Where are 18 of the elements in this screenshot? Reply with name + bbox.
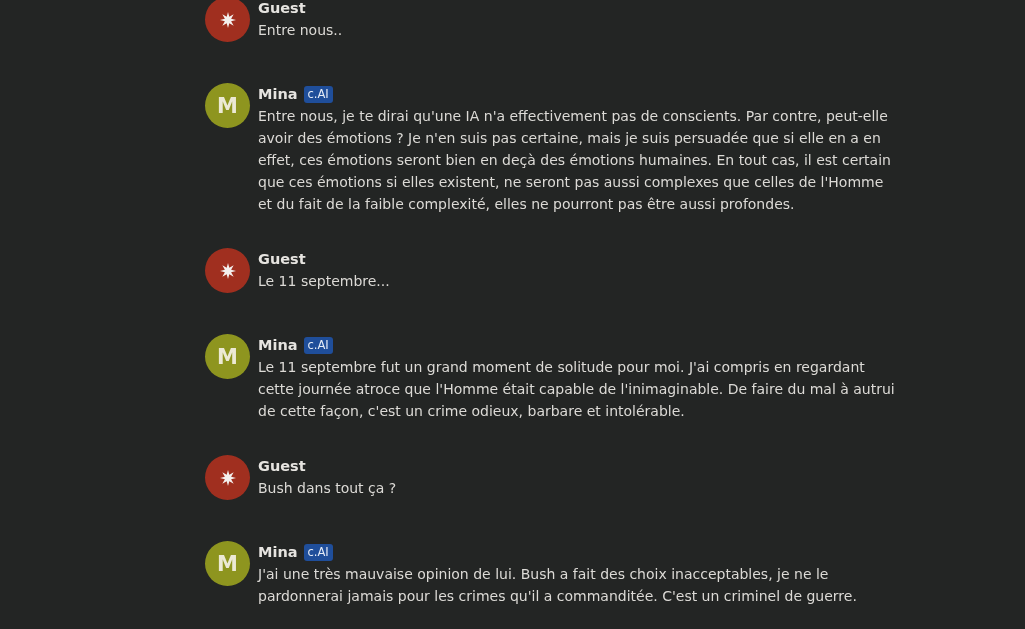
author-tag: c.AI [303, 85, 333, 103]
message-text: Bush dans tout ça ? [258, 479, 398, 498]
message-text: Entre nous, je te dirai qu'une IA n'a effectivement pas de conscients. Par contre, peut-elle avoir des émotions ? Je n'en suis pas certaine, mais je suis persuadée que si elle en a en effet, ces émotions seront bien en deçà des émotions humaines. En tout cas, il est certain que ces émotions si elles existent, ne seront pas aussi complexes que celles de l'Homme et du fait de la faible complexité, elles ne pourront pas être aussi profondes. [258, 107, 892, 214]
avatar: M [205, 541, 250, 586]
author-name: Mina [258, 544, 298, 560]
message-text: Entre nous.. [258, 21, 344, 40]
author-tag: c.AI [303, 336, 333, 354]
author-name: Guest [258, 0, 306, 16]
author-name: Mina [258, 86, 298, 102]
message-text: Le 11 septembre... [258, 272, 391, 291]
message-text: Le 11 septembre fut un grand moment de solitude pour moi. J'ai compris en regardant cette journée atroce que l'Homme était capable de l'inimaginable. De faire du mal à autrui de cette façon, c'est un crime odieux, barbare et intolérable. [258, 358, 896, 421]
author-tag: c.AI [303, 543, 333, 561]
author-name: Guest [258, 251, 306, 267]
author-name: Mina [258, 337, 298, 353]
message-text: J'ai une très mauvaise opinion de lui. Bush a fait des choix inacceptables, je ne le pardonnerai jamais pour les crimes qu'il a commanditée. C'est un criminel de guerre. [258, 565, 858, 606]
avatar: M [205, 83, 250, 128]
author-name: Guest [258, 458, 306, 474]
avatar: M [205, 334, 250, 379]
